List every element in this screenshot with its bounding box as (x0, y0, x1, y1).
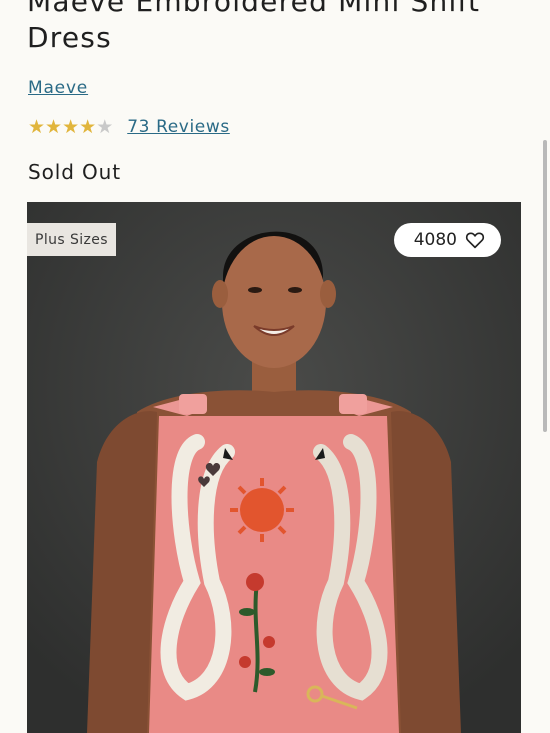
product-title: Maeve Embroidered Mini Shift Dress (27, 0, 481, 54)
product-image[interactable]: Plus Sizes 4080 (27, 202, 521, 733)
brand-link[interactable]: Maeve (28, 78, 88, 98)
star-rating: ★ ★ ★ ★ ★ (28, 117, 113, 137)
star-icon: ★ (79, 116, 97, 138)
heart-icon (465, 232, 485, 249)
stock-status: Sold Out (28, 160, 122, 184)
reviews-link[interactable]: 73 Reviews (127, 117, 230, 137)
favorite-count: 4080 (413, 230, 457, 250)
scrollbar[interactable] (543, 140, 547, 432)
model-photo (27, 202, 521, 733)
star-icon: ★ (28, 116, 46, 138)
star-icon: ★ (45, 116, 63, 138)
star-icon: ★ (96, 116, 114, 138)
favorite-button[interactable]: 4080 (393, 223, 501, 257)
star-icon: ★ (62, 116, 80, 138)
plus-sizes-badge: Plus Sizes (27, 223, 116, 256)
rating-row: ★ ★ ★ ★ ★ 73 Reviews (28, 116, 230, 138)
